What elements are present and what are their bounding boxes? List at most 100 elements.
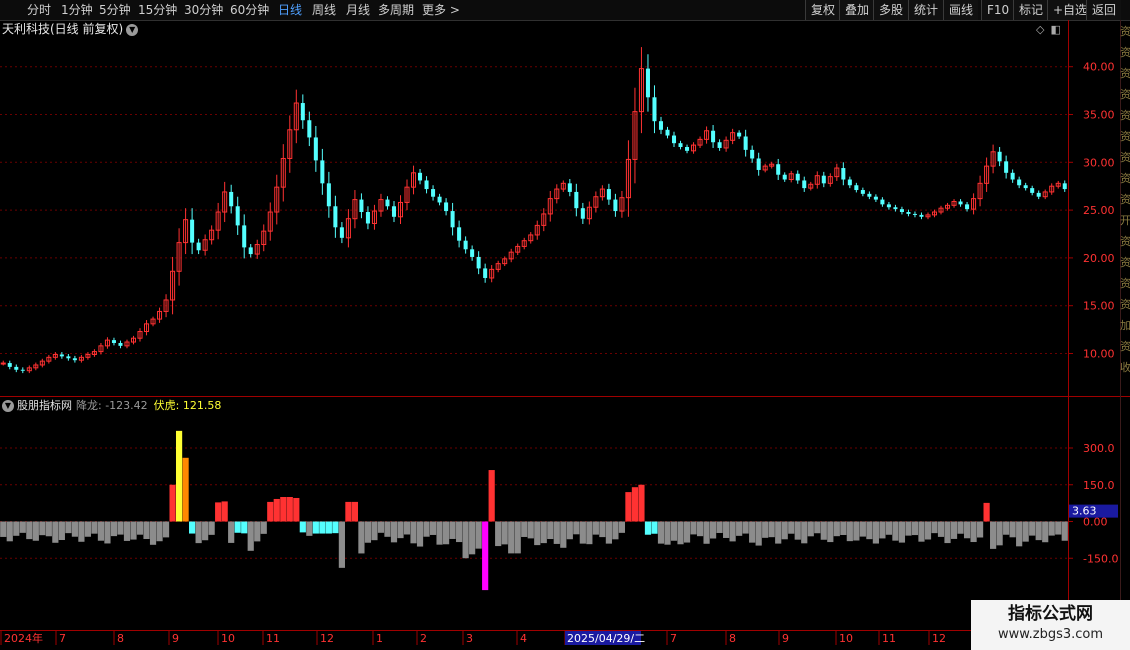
- indicator-bar: [820, 521, 827, 540]
- indicator-bar: [71, 521, 78, 537]
- indicator-bar: [547, 521, 554, 540]
- indicator-bar: [215, 502, 222, 522]
- indicator-bar: [586, 521, 593, 545]
- indicator-bar: [625, 492, 632, 522]
- indicator-bar: [260, 521, 267, 534]
- candle-down: [711, 130, 716, 143]
- indicator-bar: [892, 521, 899, 541]
- candle-down: [59, 354, 64, 357]
- candle-down: [118, 342, 123, 346]
- watermark-url: www.zbgs3.com: [997, 627, 1104, 642]
- candle-down: [841, 168, 846, 180]
- indicator-bar: [898, 521, 906, 543]
- indicator-tick-label: 150.0: [1083, 479, 1115, 492]
- indicator-bar: [403, 521, 411, 535]
- date-label: 8: [117, 632, 124, 645]
- date-highlight-label: 2025/04/29/二: [567, 632, 645, 645]
- candle-down: [795, 173, 800, 181]
- date-label: 3: [466, 632, 473, 645]
- indicator-bar: [234, 521, 241, 533]
- right-strip-char: 收: [1120, 361, 1130, 374]
- indicator-bar: [1042, 521, 1049, 543]
- indicator-bar: [560, 521, 567, 548]
- date-label: 10: [221, 632, 235, 645]
- indicator-bar: [149, 521, 157, 545]
- right-strip-char: 资: [1120, 25, 1130, 38]
- indicator-bar: [534, 521, 541, 546]
- indicator-bar: [319, 521, 326, 534]
- price-tick-label: 40.00: [1083, 61, 1115, 74]
- candle-down: [912, 213, 917, 215]
- candle-down: [444, 202, 449, 212]
- indicator-bar: [1016, 521, 1023, 547]
- indicator-bar: [65, 521, 72, 534]
- indicator-bar: [456, 521, 463, 543]
- indicator-bar: [58, 521, 65, 541]
- candle-down: [860, 190, 865, 194]
- indicator-bar: [384, 521, 391, 537]
- indicator-tick-label: -150.0: [1083, 552, 1118, 565]
- indicator-bar: [1035, 521, 1042, 541]
- indicator-bar: [390, 521, 398, 543]
- indicator-bar: [840, 521, 847, 535]
- indicator-bar: [566, 521, 573, 540]
- candle-down: [567, 183, 572, 192]
- indicator-bar: [312, 521, 319, 534]
- right-strip-char: 资: [1120, 172, 1130, 185]
- candle-down: [1062, 183, 1067, 190]
- indicator-bar: [866, 521, 873, 540]
- candle-down: [359, 199, 364, 213]
- indicator-tick-label: 300.0: [1083, 442, 1115, 455]
- date-label: 12: [932, 632, 946, 645]
- candle-down: [906, 212, 911, 214]
- indicator-bar: [723, 521, 730, 538]
- candle-down: [997, 151, 1002, 162]
- candle-down: [802, 180, 807, 189]
- indicator-bar: [794, 521, 801, 540]
- candle-down: [717, 142, 722, 148]
- candle-down: [470, 249, 475, 257]
- date-label: 1: [376, 632, 383, 645]
- candle-down: [743, 136, 748, 150]
- candle-down: [880, 199, 885, 205]
- candle-down: [450, 211, 455, 228]
- candle-down: [685, 147, 690, 151]
- date-label: 10: [839, 632, 853, 645]
- current-value-label: 3.63: [1072, 505, 1097, 518]
- indicator-bar: [631, 487, 639, 522]
- candle-down: [854, 185, 859, 191]
- stock-chart[interactable]: 40.00 35.00 30.00 25.00 20.00 15.00 10.00 300.0…: [0, 0, 1130, 650]
- candle-down: [72, 358, 77, 361]
- indicator-bar: [521, 521, 528, 537]
- candle-down: [437, 196, 442, 203]
- indicator-bar: [416, 521, 424, 547]
- date-label: 9: [172, 632, 179, 645]
- indicator-bar: [175, 430, 183, 522]
- indicator-bar: [911, 521, 919, 536]
- candle-down: [365, 212, 370, 224]
- indicator-bar: [501, 521, 508, 545]
- indicator-bar: [736, 521, 743, 536]
- indicator-bar: [664, 521, 671, 545]
- right-strip-char: 资: [1120, 151, 1130, 164]
- indicator-bar: [762, 521, 769, 538]
- indicator-bar: [931, 521, 938, 534]
- candle-down: [190, 219, 195, 243]
- candle-down: [457, 227, 462, 241]
- indicator-bar: [52, 521, 59, 543]
- indicator-bar: [553, 521, 560, 544]
- candle-down: [750, 149, 755, 159]
- price-tick-label: 30.00: [1083, 156, 1115, 169]
- indicator-bar: [97, 521, 105, 541]
- candle-down: [333, 206, 338, 228]
- candle-down: [111, 340, 116, 343]
- indicator-bar: [859, 521, 866, 537]
- indicator-bar: [696, 521, 704, 537]
- indicator-bar: [0, 521, 7, 537]
- indicator-bar: [189, 521, 196, 534]
- indicator-bar: [91, 521, 98, 534]
- candle-down: [867, 193, 872, 197]
- candle-down: [424, 180, 429, 190]
- candle-down: [886, 204, 891, 208]
- indicator-bar: [345, 501, 352, 522]
